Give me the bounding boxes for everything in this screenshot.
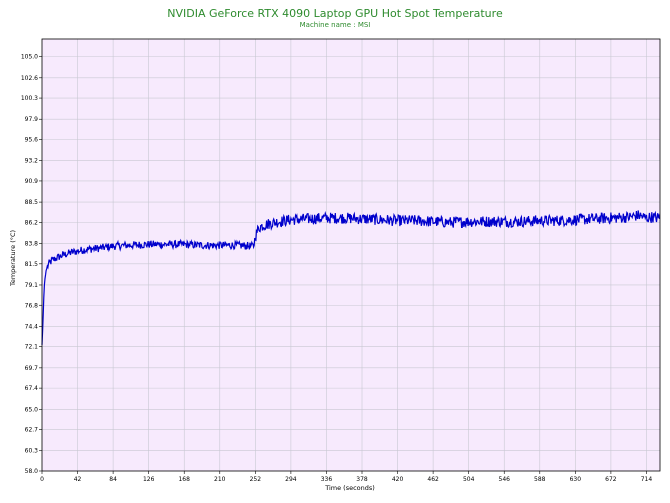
y-tick-label: 83.8: [25, 241, 39, 248]
x-tick-label: 588: [534, 476, 546, 483]
x-tick-label: 630: [570, 476, 582, 483]
y-tick-label: 69.7: [25, 365, 39, 372]
temperature-chart: NVIDIA GeForce RTX 4090 Laptop GPU Hot S…: [9, 7, 661, 492]
y-tick-label: 97.9: [25, 116, 39, 123]
x-axis-label: Time (seconds): [324, 484, 375, 492]
plot-area: [42, 39, 660, 471]
y-tick-label: 95.6: [25, 137, 39, 144]
x-tick-label: 294: [285, 476, 297, 483]
y-tick-label: 81.5: [25, 261, 39, 268]
x-tick-label: 462: [427, 476, 439, 483]
y-tick-label: 93.2: [25, 158, 39, 165]
y-tick-label: 88.5: [25, 199, 39, 206]
x-tick-label: 42: [74, 476, 82, 483]
y-tick-label: 100.3: [21, 95, 38, 102]
y-axis-label: Temperature (°C): [9, 230, 17, 287]
y-tick-label: 102.6: [21, 75, 38, 82]
y-tick-label: 58.0: [25, 468, 39, 475]
x-tick-label: 168: [178, 476, 190, 483]
x-tick-label: 378: [356, 476, 368, 483]
x-tick-label: 504: [463, 476, 475, 483]
x-tick-label: 714: [641, 476, 653, 483]
y-tick-label: 90.9: [25, 178, 39, 185]
x-tick-label: 420: [392, 476, 404, 483]
y-tick-label: 67.4: [25, 385, 39, 392]
y-tick-label: 60.3: [25, 448, 39, 455]
y-tick-label: 74.4: [25, 323, 39, 330]
y-tick-label: 72.1: [25, 344, 39, 351]
x-tick-label: 126: [143, 476, 155, 483]
x-tick-label: 252: [250, 476, 262, 483]
x-tick-label: 672: [605, 476, 617, 483]
y-tick-label: 65.0: [25, 406, 39, 413]
y-axis-ticks: 58.0 60.3 62.7 65.0 67.4 69.7 72.1 74.4 76.8 79.1…: [21, 54, 42, 475]
x-tick-label: 210: [214, 476, 226, 483]
x-axis-ticks: 0 42 84 126 168 210 252 294 336 378 420 462 504 546 58…: [40, 471, 652, 483]
y-tick-label: 76.8: [25, 302, 39, 309]
x-tick-label: 0: [40, 476, 44, 483]
y-tick-label: 105.0: [21, 54, 38, 61]
x-tick-label: 546: [499, 476, 511, 483]
y-tick-label: 86.2: [25, 219, 39, 226]
y-tick-label: 79.1: [25, 282, 39, 289]
x-tick-label: 84: [109, 476, 117, 483]
chart-title: NVIDIA GeForce RTX 4090 Laptop GPU Hot S…: [167, 7, 503, 20]
x-tick-label: 336: [321, 476, 333, 483]
chart-subtitle: Machine name : MSI: [300, 21, 371, 29]
y-tick-label: 62.7: [25, 427, 39, 434]
